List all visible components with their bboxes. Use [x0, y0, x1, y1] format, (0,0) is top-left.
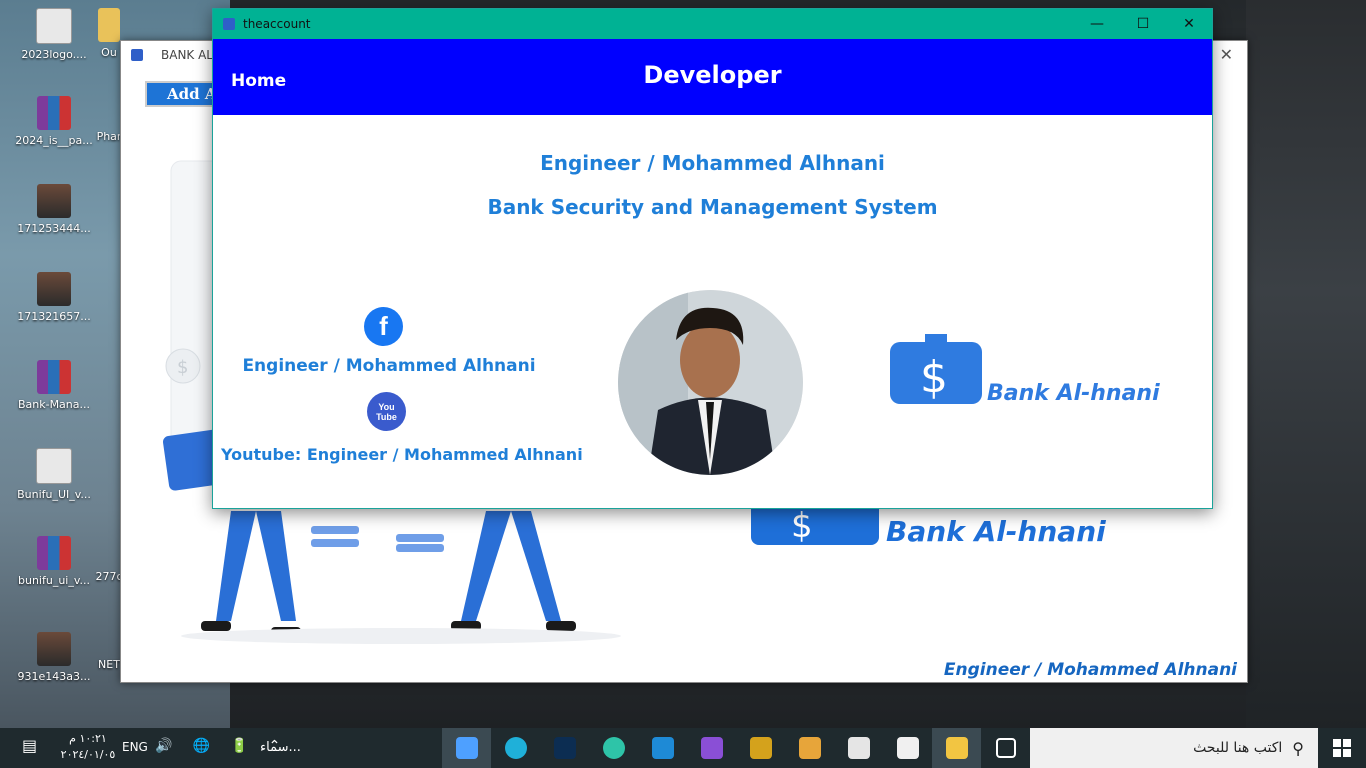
search-placeholder: اكتب هنا للبحث — [1193, 740, 1283, 756]
settings-file-icon — [36, 448, 72, 484]
close-button[interactable]: ✕ — [1166, 9, 1212, 39]
taskbar-app[interactable] — [687, 728, 736, 768]
clock[interactable]: ١٠:٢١ م ٢٠٢٤/٠١/٠٥ — [58, 731, 118, 763]
wallpaper-right — [1246, 0, 1366, 728]
photoshop-icon — [553, 737, 576, 759]
page-title: Developer — [643, 61, 782, 89]
folder-icon — [98, 8, 120, 42]
app-window-icon — [455, 737, 478, 759]
desktop-icon[interactable]: bunifu_ui_v... — [14, 536, 94, 587]
visual-studio-icon — [700, 737, 723, 759]
desktop-icon[interactable]: 171321657... — [14, 272, 94, 323]
maximize-button[interactable]: ☐ — [1120, 9, 1166, 39]
header-bar: Home Developer — [213, 39, 1212, 115]
taskbar-app[interactable] — [981, 728, 1030, 768]
youtube-icon-top: You — [378, 401, 395, 412]
taskbar-app[interactable] — [442, 728, 491, 768]
taskbar-app[interactable] — [638, 728, 687, 768]
svg-text:$: $ — [177, 357, 188, 378]
edge-icon — [504, 737, 527, 759]
bank-logo: $ Bank Al-hnani — [751, 501, 1106, 548]
desktop-icon[interactable]: 2023logo.... — [14, 8, 94, 61]
taskbar-app[interactable] — [785, 728, 834, 768]
close-icon[interactable]: ✕ — [1220, 45, 1233, 64]
app-icon — [131, 49, 143, 61]
file-explorer-icon — [945, 737, 968, 759]
youtube-icon-bottom: Tube — [376, 411, 397, 422]
svg-text:$: $ — [791, 506, 813, 546]
search-icon: ⚲ — [1292, 738, 1304, 758]
taskbar-app[interactable] — [932, 728, 981, 768]
developer-credit: Engineer / Mohammed Alhnani — [943, 660, 1237, 680]
desktop-icon[interactable]: Bunifu_UI_v... — [14, 448, 94, 501]
app-icon — [798, 737, 821, 759]
taskbar-app[interactable] — [540, 728, 589, 768]
archive-icon — [37, 360, 71, 394]
bank-logo-text: Bank Al-hnani — [886, 515, 1106, 548]
bank-logo-text: Bank Al-hnani — [987, 381, 1160, 406]
image-icon — [37, 184, 71, 218]
taskbar-app[interactable] — [834, 728, 883, 768]
taskbar: ▤ ١٠:٢١ م ٢٠٢٤/٠١/٠٥ ENG 🔊 🌐 🔋 ⌃ سماء...… — [0, 728, 1366, 768]
taskbar-app[interactable] — [491, 728, 540, 768]
clock-date: ٢٠٢٤/٠١/٠٥ — [60, 748, 116, 761]
store-icon — [896, 737, 919, 759]
archive-icon — [37, 96, 71, 130]
app-icon — [749, 737, 772, 759]
taskbar-app[interactable] — [883, 728, 932, 768]
facebook-icon[interactable]: f — [364, 307, 403, 346]
desktop-icon[interactable]: 171253444... — [14, 184, 94, 235]
image-icon — [37, 632, 71, 666]
taskbar-apps — [442, 728, 1030, 768]
language-indicator[interactable]: ENG — [122, 740, 148, 754]
facebook-link[interactable]: Engineer / Mohammed Alhnani — [213, 356, 565, 376]
notification-icon[interactable]: ▤ — [22, 736, 37, 755]
window-controls: — ☐ ✕ — [1074, 9, 1212, 39]
archive-icon — [37, 536, 71, 570]
app-icon — [223, 18, 235, 30]
file-icon — [36, 8, 72, 44]
svg-text:$: $ — [920, 352, 948, 403]
minimize-button[interactable]: — — [1074, 9, 1120, 39]
image-icon — [37, 272, 71, 306]
task-view-icon — [995, 738, 1016, 758]
system-name: Bank Security and Management System — [487, 195, 938, 219]
mail-icon — [847, 737, 870, 759]
desktop-icon[interactable]: 2024_is__pa... — [14, 96, 94, 147]
taskbar-app[interactable] — [736, 728, 785, 768]
edge-icon — [602, 737, 625, 759]
taskbar-app[interactable] — [589, 728, 638, 768]
developer-photo — [618, 290, 803, 475]
desktop-icon[interactable]: Bank-Mana... — [14, 360, 94, 411]
bank-logo: $ Bank Al-hnani — [890, 334, 1160, 406]
news-widget[interactable]: سماء... — [260, 740, 301, 755]
vscode-icon — [651, 737, 674, 759]
clock-time: ١٠:٢١ م — [69, 732, 107, 745]
start-button[interactable] — [1318, 728, 1366, 768]
window-title: theaccount — [243, 17, 311, 31]
developer-window-titlebar: theaccount — ☐ ✕ — [213, 9, 1212, 39]
developer-name: Engineer / Mohammed Alhnani — [540, 151, 885, 175]
search-input[interactable]: اكتب هنا للبحث ⚲ — [1030, 728, 1318, 768]
youtube-link[interactable]: Youtube: Engineer / Mohammed Alhnani — [221, 445, 583, 464]
developer-window: theaccount — ☐ ✕ Home Developer Engineer… — [212, 8, 1213, 509]
youtube-icon[interactable]: You Tube — [367, 392, 406, 431]
desktop-icon[interactable]: 931e143a3... — [14, 632, 94, 683]
windows-icon — [1333, 739, 1351, 757]
